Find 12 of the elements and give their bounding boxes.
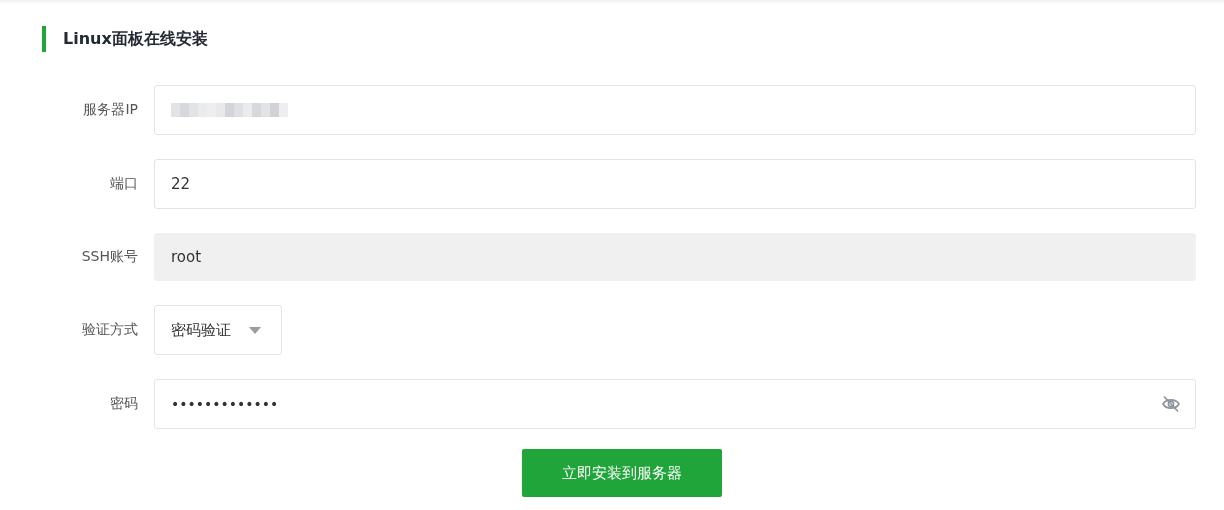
password-field[interactable]: ••••••••••••• <box>154 379 1196 429</box>
eye-off-icon[interactable] <box>1161 395 1181 413</box>
field-label: 密码 <box>109 395 138 413</box>
input-field[interactable]: 22 <box>154 159 1196 209</box>
field-label: SSH账号 <box>80 248 138 266</box>
field-label: 验证方式 <box>81 321 138 339</box>
section-title: Linux面板在线安装 <box>63 28 208 50</box>
field-label: 服务器IP <box>82 101 138 119</box>
caret-icon <box>249 326 261 334</box>
auth-method-select[interactable]: 密码验证 <box>154 305 282 355</box>
input-field[interactable] <box>154 85 1196 135</box>
field-label: 端口 <box>109 175 138 193</box>
